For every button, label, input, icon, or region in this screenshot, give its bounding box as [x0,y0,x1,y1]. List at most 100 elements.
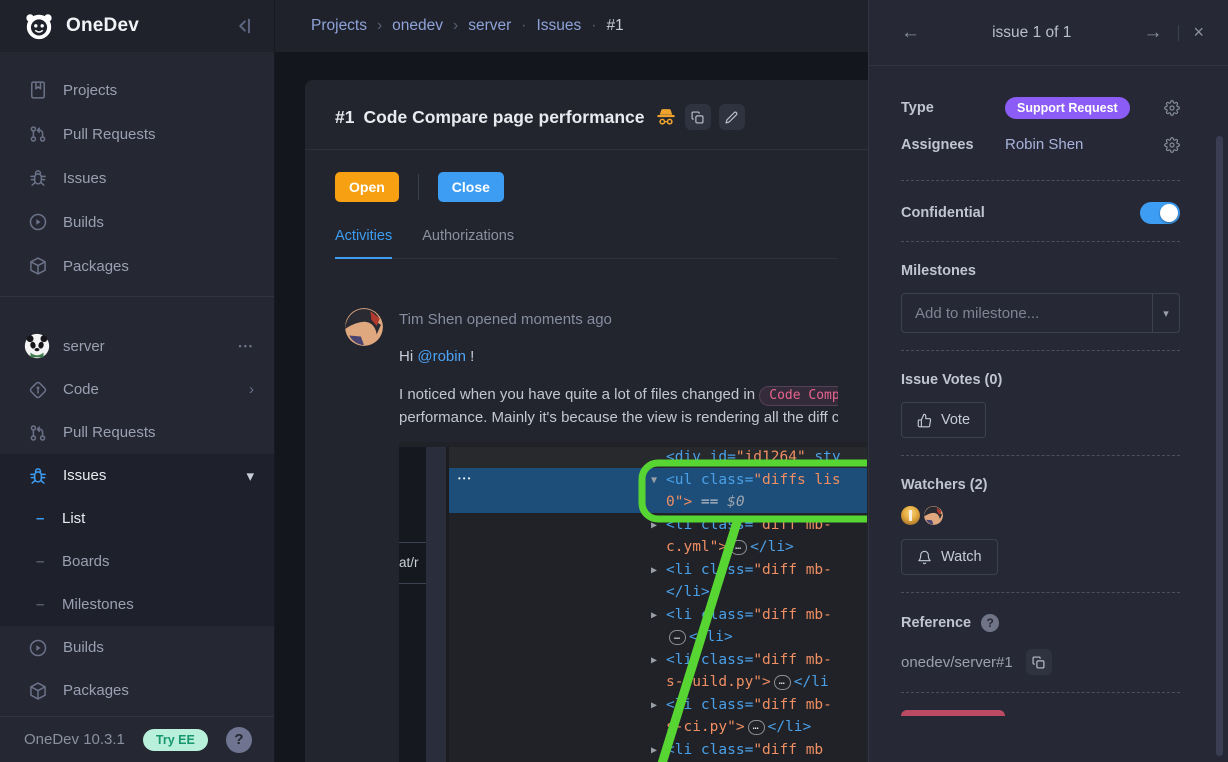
sidebar-footer: OneDev 10.3.1 Try EE ? [0,716,274,762]
help-icon[interactable]: ? [226,727,252,753]
dash-icon: – [36,553,62,570]
dashed-divider [901,592,1180,593]
screenshot-page-strip2 [426,447,446,762]
close-issue-button[interactable]: Close [438,172,504,202]
assignees-label: Assignees [901,137,1005,153]
pull-request-icon [28,124,48,144]
sidebar-issues-group: Issues ▾ – List – Boards – Milestones [0,454,274,626]
confidential-toggle[interactable] [1140,202,1180,224]
sidebar-item-label: Packages [63,682,254,699]
sidebar-item-project-builds[interactable]: Builds [0,626,274,669]
sidebar-item-label: Packages [63,258,254,275]
watch-button[interactable]: Watch [901,539,998,575]
sidebar-item-project-pull-requests[interactable]: Pull Requests [0,411,274,454]
sidebar-item-label: Milestones [62,596,254,613]
tab-activities[interactable]: Activities [335,228,392,259]
sidebar-item-issues[interactable]: Issues [0,156,274,200]
type-badge: Support Request [1005,97,1130,119]
inline-code-chip: Code Compare [759,386,838,406]
dashed-divider [901,241,1180,242]
project-name: server [63,338,239,355]
dash-icon: – [36,596,62,613]
sidebar-item-issues-boards[interactable]: – Boards [0,540,274,583]
breadcrumb-projects[interactable]: Projects [311,17,367,34]
chevron-down-icon: ▾ [246,467,254,485]
mention-robin-link[interactable]: @robin [417,348,466,365]
sidebar-item-pull-requests[interactable]: Pull Requests [0,112,274,156]
bug-icon [28,466,48,486]
comment-text: I noticed when you have quite a lot of f… [399,386,759,403]
caret-down-icon: ▾ [1152,294,1179,332]
sidebar-item-packages[interactable]: Packages [0,244,274,288]
type-value: Support Request [1005,97,1164,119]
delete-button-partial[interactable] [901,710,1005,716]
copy-reference-button[interactable] [1026,649,1052,675]
edit-title-button[interactable] [719,104,745,130]
close-panel-icon[interactable]: × [1193,22,1204,43]
comment-meta: Tim Shen opened moments ago [399,308,838,328]
breadcrumb-issues[interactable]: Issues [536,17,581,34]
type-gear-icon[interactable] [1164,100,1180,116]
sidebar-item-label: List [62,510,254,527]
comment-block: Tim Shen opened moments ago Hi @robin ! … [335,308,838,762]
sidebar-item-label: Boards [62,553,254,570]
attached-screenshot[interactable]: at/r ••• <div id="id1264" sty▼<ul class=… [399,442,867,762]
state-open-badge: Open [335,172,399,202]
sidebar-item-issues-milestones[interactable]: – Milestones [0,583,274,626]
project-more-icon[interactable]: ••• [239,341,254,351]
next-issue-arrow[interactable]: → [1143,22,1162,44]
milestone-select[interactable]: Add to milestone... ▾ [901,293,1180,333]
vertical-divider [418,174,419,200]
confidential-label: Confidential [901,205,1140,221]
reference-value: onedev/server#1 [901,654,1013,671]
sidebar-item-issues-list[interactable]: – List [0,497,274,540]
sidebar-item-builds[interactable]: Builds [0,200,274,244]
breadcrumb-current: #1 [606,17,623,34]
server-project-avatar [24,333,50,359]
panel-body: Type Support Request Assignees Robin She… [869,66,1228,762]
sidebar-project-server[interactable]: server ••• [0,324,274,368]
try-ee-badge[interactable]: Try EE [143,729,208,751]
play-circle-icon [28,212,48,232]
panel-scrollbar[interactable] [1216,136,1223,756]
header-divider [1178,25,1179,41]
vote-button[interactable]: Vote [901,402,986,438]
app-root: OneDev Projects [0,0,1228,762]
state-row: Open Close [335,172,838,202]
active-dash-icon: – [36,510,62,527]
breadcrumb-owner[interactable]: onedev [392,17,443,34]
sidebar-collapse-icon[interactable] [232,15,254,37]
package-icon [28,256,48,276]
breadcrumb: Projects›onedev›server·Issues·#1 [311,17,624,35]
dashed-divider [901,455,1180,456]
milestone-placeholder: Add to milestone... [902,294,1152,332]
prev-issue-arrow[interactable]: ← [901,22,920,44]
reference-help-icon[interactable]: ? [981,614,999,632]
dashed-divider [901,692,1180,693]
issue-tabs: Activities Authorizations [335,228,838,259]
tab-authorizations[interactable]: Authorizations [422,228,514,258]
issue-title: Code Compare page performance [363,107,644,128]
issue-side-panel: ← issue 1 of 1 → × Type Support Request [868,0,1228,762]
sidebar-item-project-packages[interactable]: Packages [0,669,274,712]
brand-name[interactable]: OneDev [66,15,232,37]
version-label: OneDev 10.3.1 [24,731,125,748]
breadcrumb-repo[interactable]: server [468,17,511,34]
onedev-logo-icon[interactable] [24,11,54,41]
assignee-robin-shen-link[interactable]: Robin Shen [1005,136,1083,153]
sidebar-item-label: Issues [63,467,246,484]
main-body: #1 Code Compare page performance [275,52,868,762]
toggle-knob [1160,204,1178,222]
sidebar-item-projects[interactable]: Projects [0,68,274,112]
sidebar-item-project-issues[interactable]: Issues ▾ [0,454,274,497]
watcher-avatar-1 [901,506,920,525]
milestones-heading: Milestones [901,263,1180,279]
sidebar: OneDev Projects [0,0,275,762]
play-circle-icon [28,638,48,658]
type-row: Type Support Request [901,89,1180,126]
sidebar-item-code[interactable]: Code › [0,368,274,411]
comment-greeting: Hi @robin ! [399,348,838,365]
copy-title-button[interactable] [685,104,711,130]
sidebar-item-label: Projects [63,82,254,99]
assignees-gear-icon[interactable] [1164,137,1180,153]
